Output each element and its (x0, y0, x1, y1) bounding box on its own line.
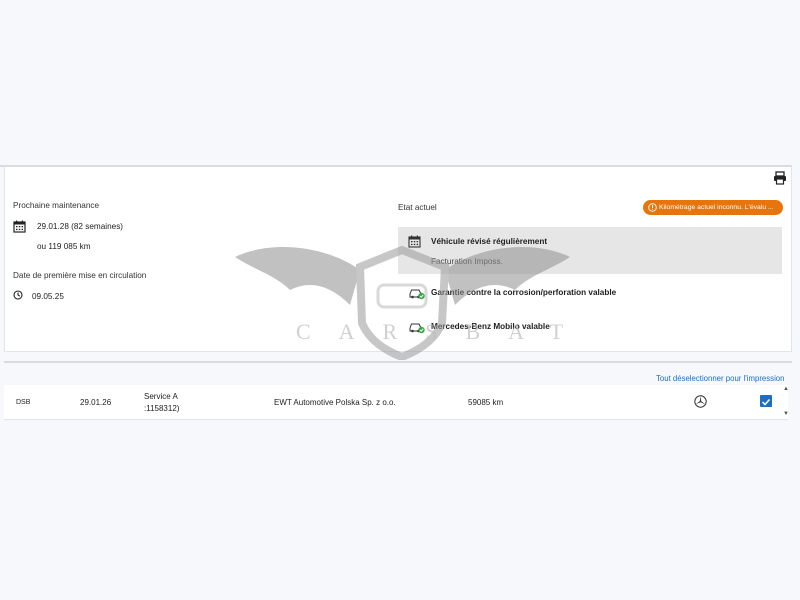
deselect-all-link[interactable]: Tout déselectionner pour l'impression (656, 374, 784, 383)
row-code: DSB (16, 399, 31, 406)
next-maintenance-date: 29.01.28 (82 semaines) (37, 222, 124, 231)
first-registration-date: 09.05.25 (32, 292, 64, 301)
corrosion-warranty-text: Garantie contre la corrosion/perforation… (431, 288, 617, 297)
row-date: 29.01.26 (80, 398, 112, 407)
mercedes-star-icon (694, 395, 707, 408)
table-row[interactable] (4, 385, 788, 420)
mileage-warning-badge[interactable]: Kilométrage actuel inconnu. L'évalu ... (643, 200, 783, 215)
first-registration-label: Date de première mise en circulation (13, 271, 147, 280)
print-select-checkbox[interactable] (760, 395, 772, 407)
watermark-text: CARSBAT (296, 319, 592, 344)
serviced-status-box (398, 227, 782, 274)
mileage-warning-text: Kilométrage actuel inconnu. L'évalu ... (659, 204, 774, 211)
calendar-icon (13, 220, 26, 233)
serviced-subtitle: Facturation Imposs. (431, 257, 503, 266)
row-dealer: EWT Automotive Polska Sp. z o.o. (274, 398, 396, 407)
warning-circle-icon (648, 203, 657, 212)
serviced-title: Véhicule révisé régulièrement (431, 237, 548, 246)
car-check-icon (409, 289, 425, 300)
next-maintenance-km: ou 119 085 km (37, 242, 91, 251)
checkmark-icon (761, 398, 771, 406)
scroll-up-arrow-icon[interactable]: ▲ (783, 386, 789, 392)
section-divider (4, 361, 792, 363)
clock-icon (13, 290, 23, 300)
calendar-icon (408, 235, 421, 248)
scroll-down-arrow-icon[interactable]: ▼ (783, 411, 789, 417)
row-mileage: 59085 km (468, 398, 504, 407)
next-maintenance-label: Prochaine maintenance (13, 201, 100, 210)
printer-icon[interactable] (773, 171, 787, 185)
row-service-line2: :1158312) (144, 404, 180, 413)
row-service-line1: Service A (144, 392, 178, 401)
current-status-label: Etat actuel (398, 203, 437, 212)
